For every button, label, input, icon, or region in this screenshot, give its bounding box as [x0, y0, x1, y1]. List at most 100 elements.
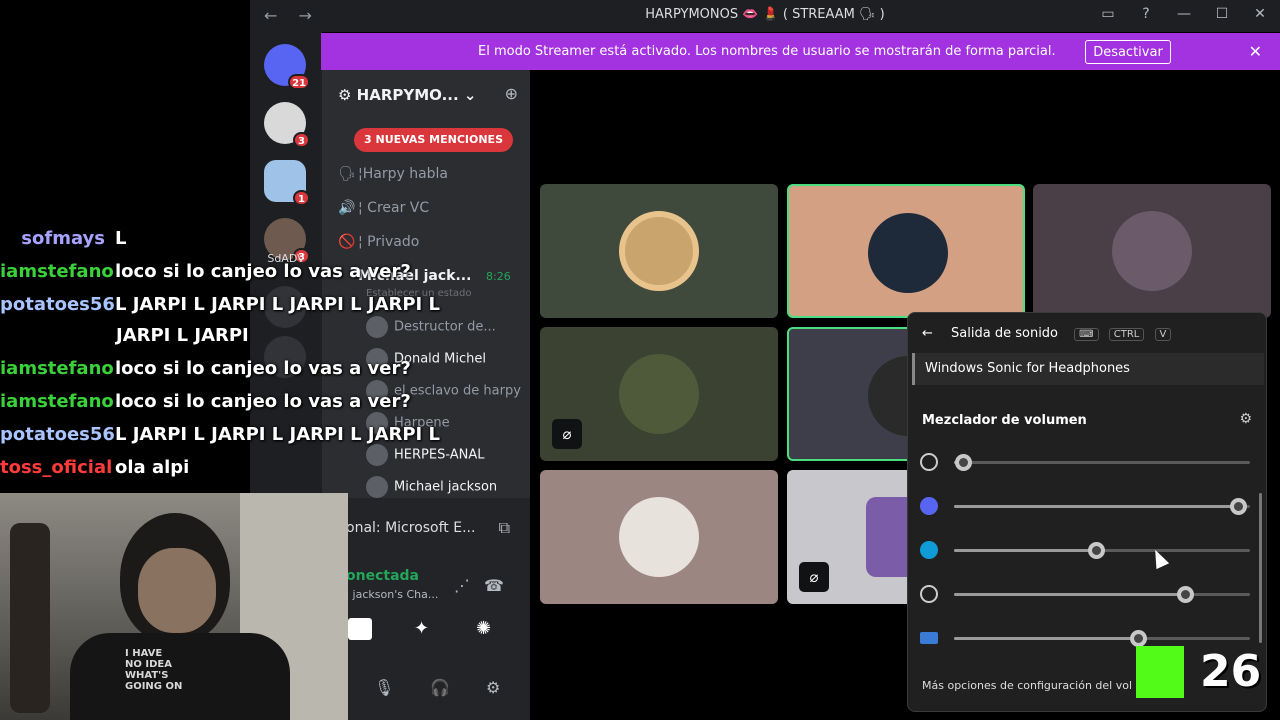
muted-mic-icon: ⌀ [552, 419, 582, 449]
chat-nick: potatoes56 [0, 424, 115, 445]
volume-slider[interactable] [954, 586, 1250, 603]
minimize-button[interactable]: — [1176, 6, 1192, 22]
muted-mic-icon: ⌀ [799, 562, 829, 592]
chat-text: L JARPI L JARPI L JARPI L JARPI L [115, 294, 440, 315]
avatar [868, 213, 948, 293]
voice-icon: 🗣 [338, 166, 356, 182]
chat-message: iamstefanoloco si lo canjeo lo vas a ver… [0, 261, 411, 282]
chat-text-continuation: JARPI L JARPI [116, 325, 249, 346]
gear-icon: ⚙ [338, 86, 357, 104]
speaker-icon: 🔊 [338, 200, 356, 216]
chat-nick: iamstefano [0, 391, 114, 412]
chevron-down-icon: ⌄ [463, 86, 477, 104]
avatar [366, 316, 388, 338]
maximize-button[interactable]: ☐ [1214, 6, 1230, 22]
close-button[interactable]: ✕ [1252, 6, 1268, 22]
back-arrow-icon[interactable]: ← [922, 326, 933, 341]
video-tile[interactable]: ⌀ [540, 327, 778, 461]
window-controls: ▭ ? — ☐ ✕ [1100, 6, 1268, 22]
channel-crear-vc[interactable]: 🔊 ¦ Crear VC [338, 200, 429, 216]
chat-message: iamstefanoloco si lo canjeo lo vas a ver… [0, 391, 411, 412]
discord-home-icon[interactable]: 21 [264, 44, 310, 90]
title-bar: ← → HARPYMONOS 👄 💄 ( STREAAM 🗣 ) ▭ ? — ☐… [250, 0, 1280, 32]
chat-text: L [115, 228, 127, 249]
notification-badge: 1 [293, 190, 310, 206]
activities-icon[interactable]: ✦ [414, 618, 429, 639]
chat-message: toss_oficial ola alpi [0, 457, 189, 478]
headphones-icon[interactable]: 🎧 [430, 678, 450, 697]
kick-viewer-badge: 26 [1134, 646, 1280, 702]
server-icon[interactable]: 1 [264, 160, 310, 206]
volume-slider[interactable] [954, 542, 1250, 559]
chat-nick: iamstefano [0, 261, 114, 282]
help-icon[interactable]: ? [1138, 6, 1154, 22]
more-volume-settings-link[interactable]: Más opciones de configuración del volume… [922, 679, 1132, 692]
noise-suppression-icon[interactable]: ⋰ [454, 576, 470, 595]
discord-icon [920, 497, 938, 515]
close-icon[interactable]: ✕ [1249, 42, 1262, 61]
avatar [1112, 211, 1192, 291]
viewer-count: 26 [1200, 646, 1262, 697]
voice-channel-name[interactable]: l jackson's Cha... [346, 588, 438, 601]
prohibited-icon: 🚫 [338, 234, 356, 250]
volume-slider[interactable] [954, 630, 1250, 647]
mixer-header: ← Salida de sonido ⌨ CTRL V [922, 326, 1172, 341]
chat-text: loco si lo canjeo lo vas a ver? [115, 391, 411, 412]
voice-user[interactable]: Destructor de... [366, 316, 496, 338]
avatar [619, 497, 699, 577]
volume-row-headphones [920, 451, 1250, 473]
channel-privado[interactable]: 🚫 ¦ Privado [338, 234, 419, 250]
video-tile[interactable] [787, 184, 1025, 318]
volume-row-discord [920, 495, 1250, 517]
voice-timer: 8:26 [486, 270, 511, 283]
gear-icon[interactable]: ⚙ [1239, 411, 1252, 427]
chat-message: potatoes56L JARPI L JARPI L JARPI L JARP… [0, 424, 440, 445]
kbd-ctrl: CTRL [1108, 328, 1145, 341]
screen-share-icon[interactable]: ⧉ [499, 518, 510, 538]
chat-nick: potatoes56 [0, 294, 115, 315]
channel-harpy-habla[interactable]: 🗣 ¦Harpy habla [338, 166, 448, 182]
app-icon [920, 632, 938, 644]
microphone-icon[interactable]: 🎙 [374, 678, 394, 697]
kick-logo-icon [1136, 646, 1184, 698]
volume-row-edge [920, 539, 1250, 561]
gear-icon[interactable]: ⚙ [486, 678, 500, 697]
new-mentions-pill[interactable]: 3 NUEVAS MENCIONES [354, 128, 513, 152]
chat-nick: toss_oficial [0, 457, 113, 478]
chat-nick: iamstefano [0, 358, 114, 379]
screen: ← → HARPYMONOS 👄 💄 ( STREAAM 🗣 ) ▭ ? — ☐… [0, 0, 1280, 720]
voice-connected-status: onectada [346, 568, 419, 584]
video-tile[interactable] [540, 470, 778, 604]
streamer-mode-banner: El modo Streamer está activado. Los nomb… [321, 33, 1280, 70]
volume-slider[interactable] [954, 498, 1250, 515]
chat-text: ola alpi [115, 457, 190, 478]
chat-nick: sofmays [21, 228, 105, 249]
voice-user[interactable]: HERPES-ANAL [366, 444, 485, 466]
activity-text: onal: Microsoft E... [346, 520, 476, 536]
disconnect-icon[interactable]: ☎ [484, 576, 504, 595]
scrollbar[interactable] [1259, 493, 1262, 643]
video-tile[interactable] [540, 184, 778, 318]
volume-slider[interactable] [954, 454, 1250, 471]
notification-badge: 3 [293, 132, 310, 148]
deactivate-button[interactable]: Desactivar [1085, 40, 1171, 64]
avatar [366, 476, 388, 498]
chat-text: loco si lo canjeo lo vas a ver? [115, 358, 411, 379]
inbox-icon[interactable]: ▭ [1100, 6, 1116, 22]
output-device[interactable]: Windows Sonic for Headphones [912, 353, 1264, 385]
video-tile[interactable] [1033, 184, 1271, 318]
avatar [366, 444, 388, 466]
voice-panel: onal: Microsoft E... ⧉ onectada l jackso… [322, 498, 530, 720]
chat-message: iamstefanoloco si lo canjeo lo vas a ver… [0, 358, 411, 379]
obs-icon [920, 585, 938, 603]
kbd-v: V [1154, 328, 1172, 341]
edge-icon [920, 541, 938, 559]
avatar [619, 211, 699, 291]
voice-user[interactable]: Michael jackson [366, 476, 497, 498]
screen-share-icon[interactable] [348, 618, 372, 640]
add-member-icon[interactable]: ⊕ [505, 84, 518, 103]
server-icon[interactable]: 3 [264, 102, 310, 148]
soundboard-icon[interactable]: ✺ [476, 618, 491, 639]
server-name[interactable]: ⚙ HARPYMO... ⌄ [338, 86, 477, 104]
notification-badge: 21 [288, 74, 310, 90]
